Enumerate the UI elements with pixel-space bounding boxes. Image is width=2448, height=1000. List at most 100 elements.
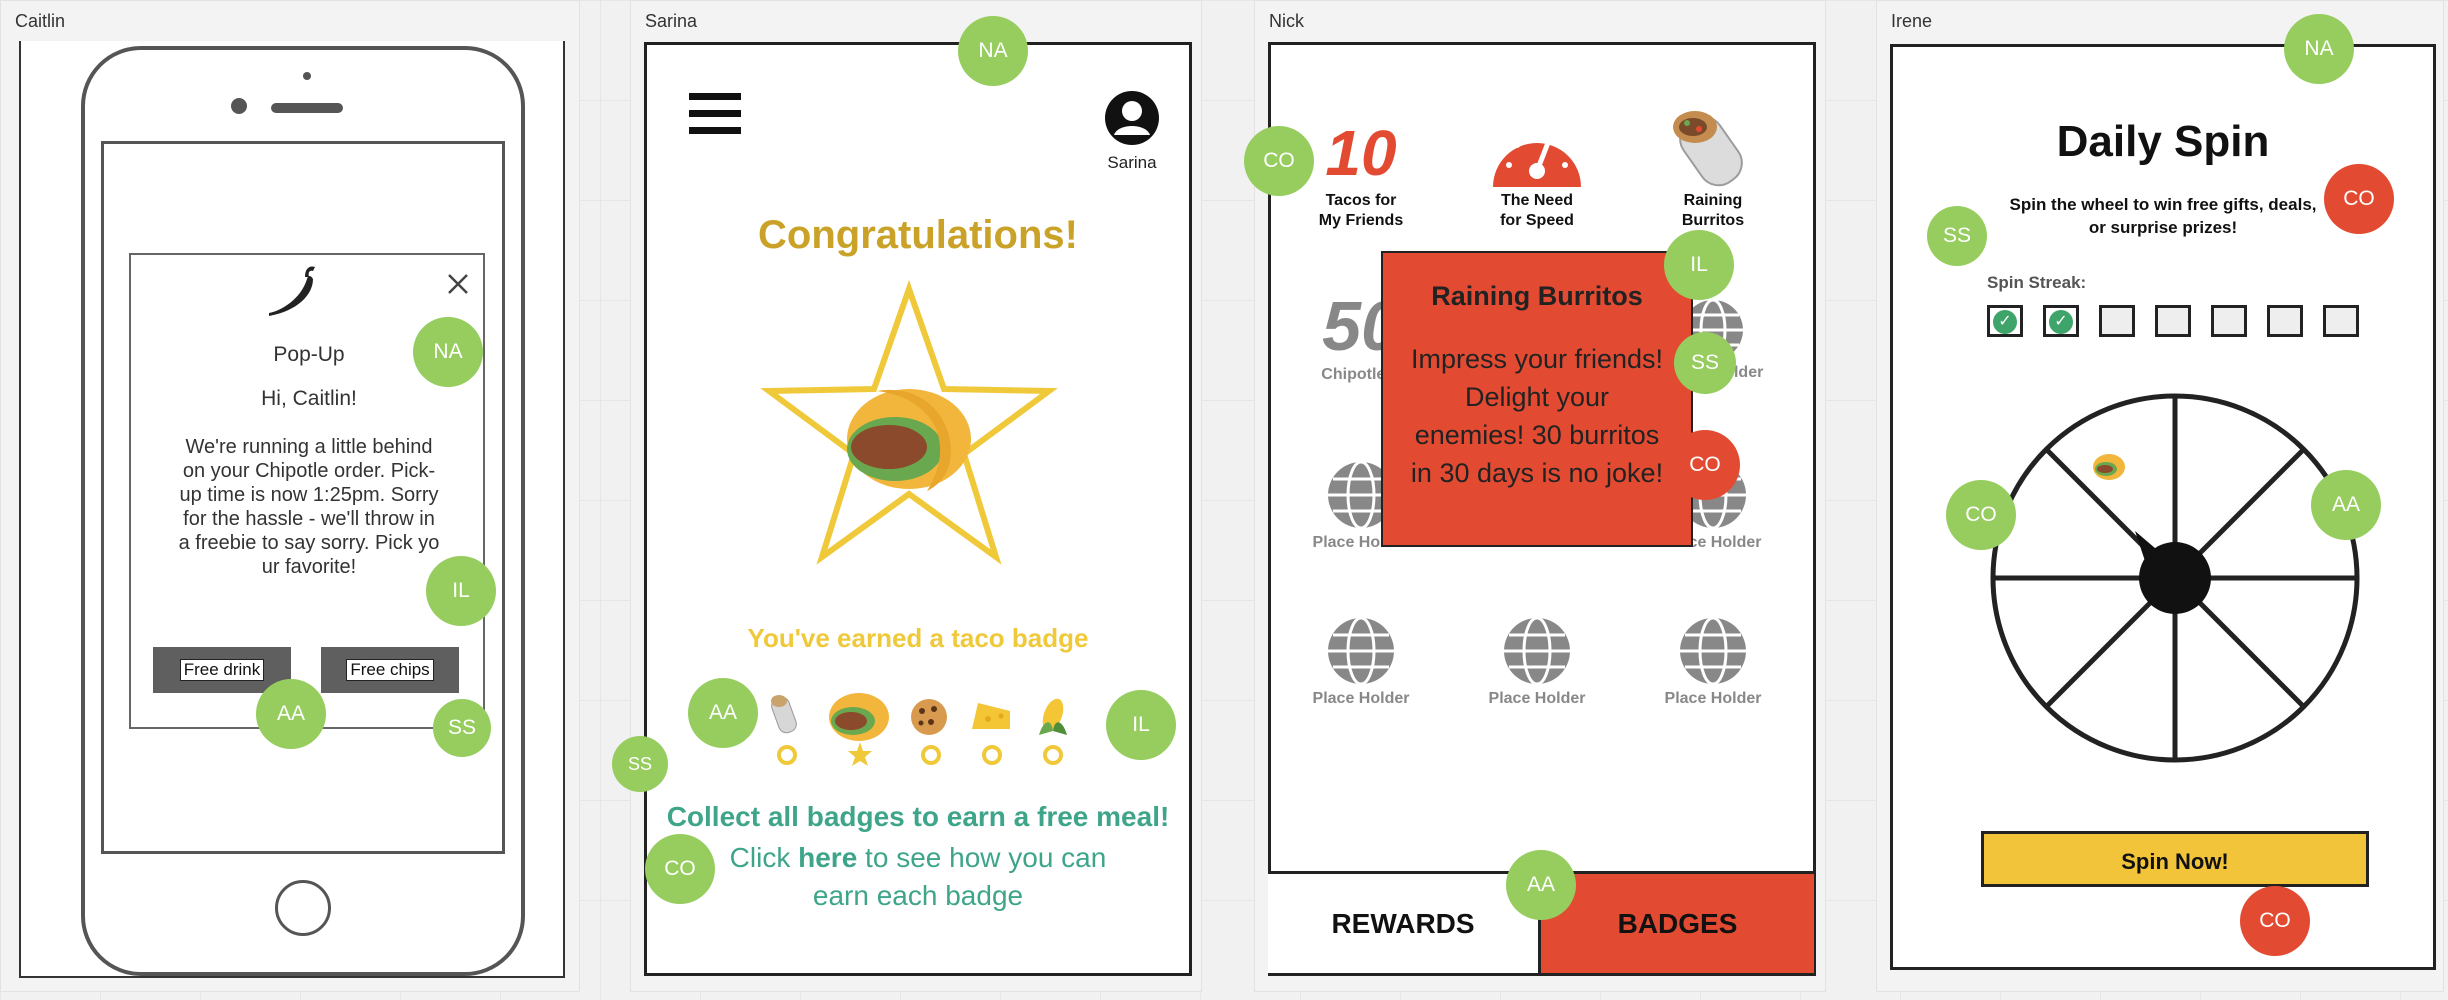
collaborator-avatar-aa[interactable]: AA xyxy=(688,678,758,748)
free-chips-label: Free chips xyxy=(346,659,434,681)
spin-now-button[interactable]: Spin Now! xyxy=(1981,831,2369,887)
message-line: up time is now 1:25pm. Sorry xyxy=(179,484,439,506)
check-icon: ✓ xyxy=(2049,310,2073,334)
avatar-initials: AA xyxy=(276,702,305,725)
free-drink-label: Free drink xyxy=(179,659,265,681)
tab-rewards-label: REWARDS xyxy=(1331,908,1475,939)
badge-raining-burritos[interactable]: Raining Burritos xyxy=(1623,105,1803,231)
congratulations-heading: Congratulations! xyxy=(758,213,1078,257)
badge-label: Place Holder xyxy=(1488,690,1586,707)
streak-day-box: ✓ xyxy=(1987,305,2023,337)
earned-badge-text: You've earned a taco badge xyxy=(747,623,1089,653)
avatar-initials: CO xyxy=(2343,187,2375,210)
badge-label: My Friends xyxy=(1318,212,1404,229)
frame-label: Caitlin xyxy=(15,11,66,31)
badge-label: Tacos for xyxy=(1325,192,1397,209)
frame-caitlin: Caitlin Pop-Up Hi, Caitlin! We're runnin… xyxy=(0,0,580,992)
avatar-initials: AA xyxy=(1526,873,1555,896)
collaborator-avatar-na[interactable]: NA xyxy=(2284,14,2354,84)
phone-home-button[interactable] xyxy=(275,880,331,936)
badge-progress-ring xyxy=(982,745,1002,765)
popup-message: We're running a little behind on your Ch… xyxy=(131,435,487,579)
collaborator-avatar-il[interactable]: IL xyxy=(426,556,496,626)
badge-need-for-speed[interactable]: The Need for Speed xyxy=(1447,115,1627,231)
badge-placeholder[interactable]: Place Holder xyxy=(1447,615,1627,709)
badge-progress-ring xyxy=(777,745,797,765)
collaborator-avatar-ss[interactable]: SS xyxy=(612,736,668,792)
spin-now-label: Spin Now! xyxy=(2121,849,2229,874)
click-prefix: Click xyxy=(729,842,799,873)
popover-line: enemies! 30 burritos xyxy=(1414,420,1660,450)
spin-streak-label: Spin Streak: xyxy=(1987,273,2087,292)
tab-badges[interactable]: BADGES xyxy=(1538,874,1814,973)
collaborator-avatar-na[interactable]: NA xyxy=(958,16,1028,86)
avatar-initials: CO xyxy=(1263,149,1295,172)
badge-placeholder[interactable]: Place Holder xyxy=(1623,615,1803,709)
collaborator-avatar-aa[interactable]: AA xyxy=(256,679,326,749)
streak-day-box xyxy=(2267,305,2303,337)
check-icon: ✓ xyxy=(1993,310,2017,334)
avatar-initials: CO xyxy=(2259,909,2291,932)
badge-label: Burritos xyxy=(1681,212,1745,229)
collaborator-avatar-il[interactable]: IL xyxy=(1664,230,1734,300)
tab-rewards[interactable]: REWARDS xyxy=(1268,874,1538,973)
avatar-initials: SS xyxy=(1690,351,1719,374)
prize-wheel[interactable] xyxy=(1987,391,2363,770)
popover-line: in 30 days is no joke! xyxy=(1410,458,1664,488)
avatar-initials: IL xyxy=(1132,713,1150,736)
avatar-initials: IL xyxy=(1690,253,1708,276)
badge-corn-icon xyxy=(1033,695,1073,744)
popover-line: Delight your xyxy=(1464,382,1610,412)
collaborator-avatar-aa[interactable]: AA xyxy=(1506,850,1576,920)
avatar-initials: CO xyxy=(1689,453,1721,476)
here-link[interactable]: here xyxy=(798,842,857,873)
message-line: for the hassle - we'll throw in xyxy=(183,508,435,530)
badge-progress-ring xyxy=(1043,745,1063,765)
globe-icon xyxy=(1623,615,1803,689)
badge-label: Raining xyxy=(1683,192,1743,209)
badge-progress-ring xyxy=(921,745,941,765)
collaborator-avatar-il[interactable]: IL xyxy=(1106,690,1176,760)
popup-greeting: Hi, Caitlin! xyxy=(261,387,357,410)
streak-day-box xyxy=(2099,305,2135,337)
avatar-initials: SS xyxy=(627,753,652,774)
close-icon[interactable] xyxy=(447,273,469,295)
message-line: on your Chipotle order. Pick- xyxy=(182,460,436,482)
collaborator-avatar-co[interactable]: CO xyxy=(1244,126,1314,196)
avatar-initials: CO xyxy=(1965,503,1997,526)
collaborator-avatar-co[interactable]: CO xyxy=(1946,480,2016,550)
frame-label: Irene xyxy=(1891,11,1933,31)
badge-cookie-icon xyxy=(909,697,949,742)
collaborator-avatar-co[interactable]: CO xyxy=(2240,886,2310,956)
frame-label: Sarina xyxy=(645,11,698,31)
free-chips-button[interactable]: Free chips xyxy=(321,647,459,693)
collaborator-avatar-co[interactable]: CO xyxy=(2324,164,2394,234)
frame-label: Nick xyxy=(1269,11,1304,31)
avatar-initials: IL xyxy=(452,579,470,602)
badge-placeholder[interactable]: Place Holder xyxy=(1271,615,1451,709)
badge-label: for Speed xyxy=(1500,212,1574,229)
badge-label: The Need xyxy=(1500,192,1573,209)
user-profile-icon[interactable] xyxy=(1103,89,1161,152)
collaborator-avatar-na[interactable]: NA xyxy=(413,317,483,387)
collaborator-avatar-ss[interactable]: SS xyxy=(433,699,491,757)
streak-day-box: ✓ xyxy=(2043,305,2079,337)
streak-day-box xyxy=(2323,305,2359,337)
badge-detail-popover: Raining Burritos Impress your friends! D… xyxy=(1381,251,1693,547)
avatar-initials: NA xyxy=(433,340,463,363)
star-badge-icon xyxy=(759,279,1059,574)
avatar-initials: NA xyxy=(2304,37,2334,60)
collaborator-avatar-aa[interactable]: AA xyxy=(2311,470,2381,540)
sarina-screen: Sarina Congratulations! You've earned a … xyxy=(644,42,1192,976)
badge-label: Place Holder xyxy=(1312,690,1410,707)
profile-name: Sarina xyxy=(1107,153,1157,172)
collaborator-avatar-ss[interactable]: SS xyxy=(1674,332,1736,394)
collaborator-avatar-co[interactable]: CO xyxy=(1670,430,1740,500)
badge-taco-icon xyxy=(827,687,891,748)
collaborator-avatar-co[interactable]: CO xyxy=(645,834,715,904)
collaborator-avatar-ss[interactable]: SS xyxy=(1927,206,1987,266)
badge-earned-star-icon xyxy=(847,741,873,772)
hamburger-menu-icon[interactable] xyxy=(689,93,741,135)
badge-burrito-icon xyxy=(765,693,807,746)
message-line: a freebie to say sorry. Pick yo xyxy=(178,532,440,554)
